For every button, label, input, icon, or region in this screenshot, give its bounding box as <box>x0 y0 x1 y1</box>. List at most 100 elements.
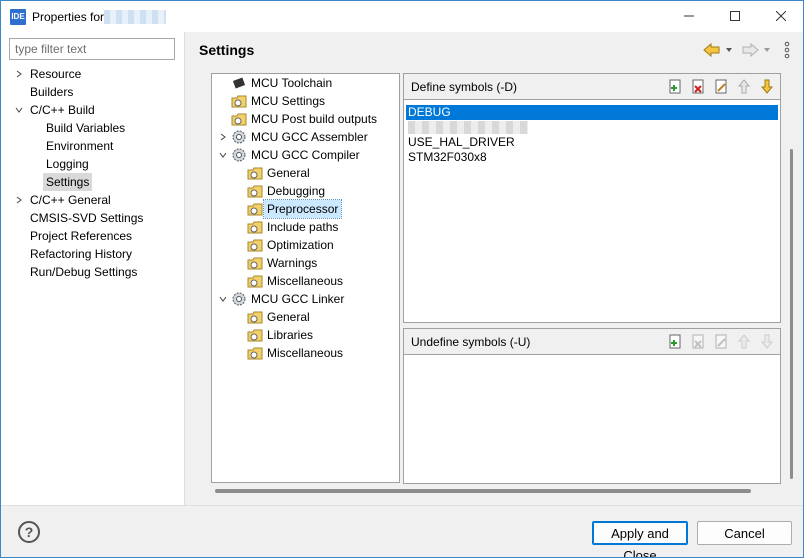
move-down-icon[interactable] <box>759 333 776 350</box>
tree-item-label: MCU Toolchain <box>251 76 333 90</box>
page-title: Settings <box>199 42 255 58</box>
nav-item-refactoring-history[interactable]: Refactoring History <box>30 245 132 263</box>
tree-item-label: MCU GCC Compiler <box>251 148 360 162</box>
chevron-down-icon[interactable] <box>218 146 228 164</box>
tree-item-mcu-toolchain[interactable]: MCU Toolchain <box>231 74 332 92</box>
nav-item-builders[interactable]: Builders <box>30 83 73 101</box>
add-icon[interactable] <box>667 333 684 350</box>
settings-folder-icon <box>247 203 263 216</box>
settings-folder-icon <box>247 185 263 198</box>
minimize-button[interactable] <box>666 1 712 31</box>
add-icon[interactable] <box>667 78 684 95</box>
edit-icon[interactable] <box>713 333 730 350</box>
chevron-down-icon[interactable] <box>218 290 228 308</box>
back-arrow-icon[interactable] <box>703 42 720 58</box>
chevron-right-icon[interactable] <box>14 191 24 209</box>
horizontal-scrollbar[interactable] <box>215 489 751 493</box>
settings-folder-icon <box>231 113 247 126</box>
maximize-button[interactable] <box>712 1 758 31</box>
dialog-footer: ? Apply and Close Cancel <box>1 505 803 557</box>
title-bar: IDE Properties for <box>1 1 803 32</box>
delete-icon[interactable] <box>690 78 707 95</box>
nav-item-cpp-general[interactable]: C/C++ General <box>30 191 111 209</box>
properties-nav: Resource Builders C/C++ Build Build Vari… <box>1 32 185 505</box>
properties-dialog: IDE Properties for Resource Builders C/C… <box>0 0 804 558</box>
nav-item-resource[interactable]: Resource <box>30 65 81 83</box>
chevron-down-icon[interactable] <box>14 101 24 119</box>
tree-item-compiler-debugging[interactable]: Debugging <box>247 182 325 200</box>
tree-item-compiler-general[interactable]: General <box>247 164 310 182</box>
gear-icon <box>232 292 246 306</box>
chip-icon <box>232 77 246 89</box>
settings-folder-icon <box>247 221 263 234</box>
tree-item-compiler-misc[interactable]: Miscellaneous <box>247 272 343 290</box>
nav-item-cmsis-svd[interactable]: CMSIS-SVD Settings <box>30 209 143 227</box>
settings-folder-icon <box>247 167 263 180</box>
tree-item-optimization[interactable]: Optimization <box>247 236 334 254</box>
nav-item-logging[interactable]: Logging <box>46 155 89 173</box>
gear-icon <box>232 130 246 144</box>
tree-item-gcc-assembler[interactable]: MCU GCC Assembler <box>231 128 368 146</box>
close-button[interactable] <box>758 1 803 31</box>
tree-item-gcc-compiler[interactable]: MCU GCC Compiler <box>231 146 360 164</box>
list-item[interactable]: USE_HAL_DRIVER <box>406 135 778 150</box>
apply-and-close-button[interactable]: Apply and Close <box>592 521 688 557</box>
tree-item-warnings[interactable]: Warnings <box>247 254 317 272</box>
history-nav <box>701 40 801 60</box>
close-icon <box>776 11 786 21</box>
tree-item-label: Libraries <box>267 328 314 342</box>
nav-item-cpp-build[interactable]: C/C++ Build <box>30 101 95 119</box>
view-menu-icon[interactable] <box>784 41 790 59</box>
settings-folder-icon <box>231 95 247 108</box>
tree-item-label: MCU Post build outputs <box>251 112 378 126</box>
tree-item-libraries[interactable]: Libraries <box>247 326 313 344</box>
tree-item-linker-general[interactable]: General <box>247 308 310 326</box>
chevron-right-icon[interactable] <box>14 65 24 83</box>
move-down-icon[interactable] <box>759 78 776 95</box>
panel-header: Undefine symbols (-U) <box>404 329 780 355</box>
list-item[interactable]: STM32F030x8 <box>406 150 778 165</box>
tool-settings-tree: MCU Toolchain MCU Settings MCU Post buil… <box>211 73 400 483</box>
tree-item-mcu-settings[interactable]: MCU Settings <box>231 92 325 110</box>
edit-icon[interactable] <box>713 78 730 95</box>
tree-item-gcc-linker[interactable]: MCU GCC Linker <box>231 290 344 308</box>
nav-item-run-debug[interactable]: Run/Debug Settings <box>30 263 137 281</box>
nav-item-settings[interactable]: Settings <box>43 173 93 191</box>
tree-item-post-build-outputs[interactable]: MCU Post build outputs <box>231 110 377 128</box>
window-title: Properties for <box>32 10 105 24</box>
settings-folder-icon <box>247 257 263 270</box>
tree-item-label: Debugging <box>267 184 326 198</box>
tree-item-linker-misc[interactable]: Miscellaneous <box>247 344 343 362</box>
tree-item-label: Optimization <box>267 238 334 252</box>
forward-arrow-icon[interactable] <box>742 42 759 58</box>
vertical-scrollbar[interactable] <box>790 149 793 479</box>
nav-item-build-variables[interactable]: Build Variables <box>46 119 125 137</box>
settings-folder-icon <box>247 329 263 342</box>
chevron-right-icon[interactable] <box>218 128 228 146</box>
tree-item-label: MCU GCC Linker <box>251 292 345 306</box>
help-icon[interactable]: ? <box>18 521 40 543</box>
redacted-list-item[interactable] <box>408 121 528 134</box>
tree-item-label: General <box>267 310 310 324</box>
settings-folder-icon <box>247 347 263 360</box>
tree-item-include-paths[interactable]: Include paths <box>247 218 338 236</box>
move-up-icon[interactable] <box>736 78 753 95</box>
forward-dropdown-icon[interactable] <box>764 48 770 52</box>
nav-item-project-references[interactable]: Project References <box>30 227 132 245</box>
move-up-icon[interactable] <box>736 333 753 350</box>
back-dropdown-icon[interactable] <box>726 48 732 52</box>
cancel-button[interactable]: Cancel <box>697 521 792 545</box>
panel-title: Define symbols (-D) <box>411 80 518 94</box>
tree-item-preprocessor[interactable]: Preprocessor <box>247 199 343 219</box>
define-symbols-panel: Define symbols (-D) DEBUG USE_HAL_DRIVER… <box>403 73 781 323</box>
list-item[interactable]: DEBUG <box>406 105 778 120</box>
nav-item-environment[interactable]: Environment <box>46 137 113 155</box>
filter-input[interactable] <box>9 38 175 60</box>
maximize-icon <box>730 11 740 21</box>
delete-icon[interactable] <box>690 333 707 350</box>
panel-header: Define symbols (-D) <box>404 74 780 100</box>
ide-app-icon: IDE <box>10 9 26 25</box>
panel-toolbar <box>667 78 776 95</box>
tree-item-label: MCU Settings <box>251 94 326 108</box>
tree-item-label: Preprocessor <box>262 199 343 219</box>
